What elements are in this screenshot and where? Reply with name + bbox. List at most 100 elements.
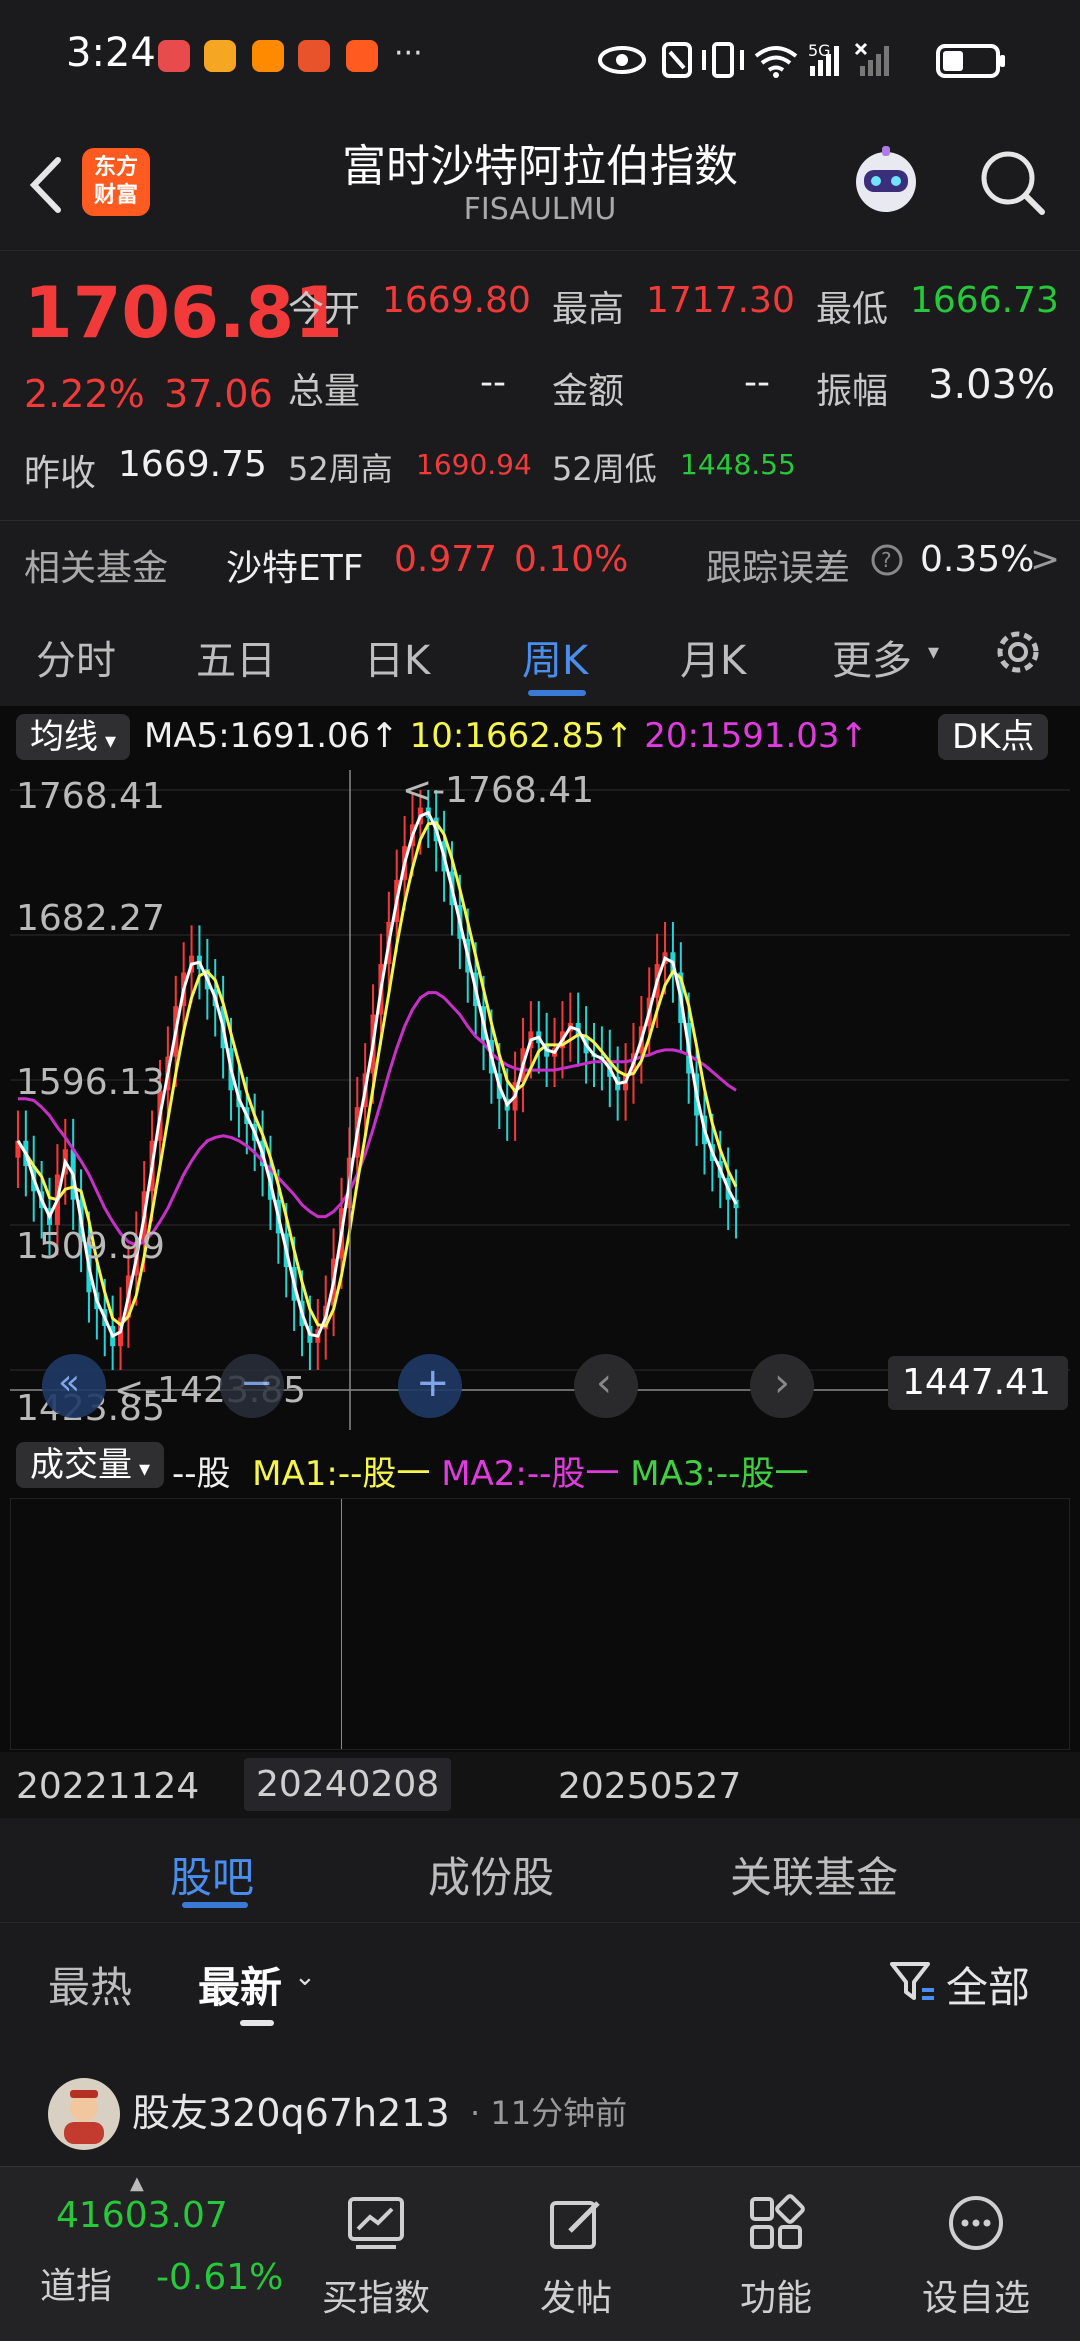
filter-latest[interactable]: 最新 (198, 1954, 282, 2015)
buy-index-label: 买指数 (321, 2278, 430, 2319)
caret-up-icon: ▲ (130, 2173, 144, 2194)
open-label: 今开 (288, 289, 361, 330)
post-username[interactable]: 股友320q67h213 (132, 2082, 450, 2137)
avatar-icon (64, 2090, 104, 2144)
tab-intraday[interactable]: 分时 (36, 628, 116, 686)
chevron-right-icon[interactable]: > (1030, 539, 1060, 580)
ma-selector[interactable]: 均线 ▾ (16, 714, 131, 760)
index-ticker[interactable]: ▲ 41603.07 道指 -0.61% (0, 2167, 300, 2341)
gear-icon[interactable] (988, 622, 1048, 682)
tab-related-funds[interactable]: 关联基金 (730, 1844, 898, 1905)
kline-chart-panel: 均线 ▾ MA5:1691.06↑ 10:1662.85↑ 20:1591.03… (0, 706, 1080, 1818)
assistant-robot-icon[interactable] (846, 142, 926, 222)
wk52-high-value: 1690.94 (416, 448, 532, 481)
volume-value: -- (480, 362, 506, 403)
crosshair-price-value: 1447.41 (902, 1362, 1051, 1403)
tab-more[interactable]: 更多 (832, 628, 912, 686)
help-icon[interactable]: ? (870, 543, 904, 577)
chevron-down-icon[interactable]: ⌄ (294, 1962, 316, 1992)
ma5-value: MA5:1691.06↑ (144, 716, 399, 756)
open-value: 1669.80 (382, 280, 531, 321)
grid-icon (750, 2194, 805, 2249)
amount-label: 金额 (552, 371, 625, 412)
candlestick-chart[interactable] (10, 770, 1070, 1430)
post-filter-row: 最热 最新 ⌄ 全部 (0, 1922, 1080, 2042)
zoom-in-button[interactable]: + (398, 1354, 462, 1418)
minus-icon: − (240, 1360, 274, 1406)
low-value: 1666.73 (910, 280, 1059, 321)
date-label-start: 20221124 (16, 1766, 200, 1807)
low-label: 最低 (816, 289, 889, 330)
post-item[interactable]: 股友320q67h213 · 11分钟前 (0, 2042, 1080, 2162)
date-label-crosshair: 20240208 (244, 1758, 452, 1811)
volume-chart-area[interactable] (10, 1498, 1070, 1750)
tab-constituents[interactable]: 成份股 (428, 1844, 554, 1905)
status-bar: 3:24 ··· 5G (0, 0, 1080, 120)
high-label: 最高 (552, 289, 625, 330)
vibrate-icon (702, 42, 744, 78)
tab-stock-forum[interactable]: 股吧 (170, 1844, 254, 1905)
tab-monthly-k[interactable]: 月K (680, 628, 746, 686)
volume-selector[interactable]: 成交量 ▾ (16, 1442, 165, 1488)
buy-index-button[interactable]: 买指数 (276, 2167, 476, 2341)
date-axis: 20221124 20240208 20250527 (0, 1752, 1080, 1818)
wifi-icon (754, 46, 798, 78)
post-button[interactable]: 发帖 (476, 2167, 676, 2341)
y-axis-label-2: 1682.27 (16, 898, 165, 939)
svg-text:?: ? (881, 548, 892, 572)
eye-icon (598, 46, 646, 74)
nfc-icon (662, 42, 692, 78)
avatar[interactable] (48, 2078, 120, 2150)
fund-price: 0.977 (394, 539, 498, 580)
add-watchlist-label: 设自选 (921, 2278, 1030, 2319)
related-fund-label: 相关基金 (24, 548, 169, 589)
add-watchlist-button[interactable]: 设自选 (876, 2167, 1076, 2341)
system-status-icons: 5G (598, 41, 1005, 78)
quote-panel: 1706.81 2.22% 37.06 今开 1669.80 最高 1717.3… (0, 250, 1080, 601)
tab-weekly-k[interactable]: 周K (522, 628, 588, 686)
battery-icon (936, 44, 1005, 78)
ma20-line (17, 991, 737, 1247)
step-right-button[interactable]: › (750, 1354, 814, 1418)
shopping-app-icon (298, 40, 330, 72)
filter-hot[interactable]: 最热 (48, 1954, 132, 2015)
dk-point-label: DK点 (952, 717, 1035, 757)
zoom-out-button[interactable]: − (220, 1354, 284, 1418)
prev-close-label: 昨收 (24, 453, 97, 494)
max-price-marker: <-1768.41 (402, 770, 595, 811)
index-change-percent: -0.61% (156, 2257, 284, 2298)
filter-icon[interactable] (888, 1958, 936, 2006)
section-tabs: 股吧 成份股 关联基金 (0, 1818, 1080, 1923)
jump-start-button[interactable]: « (42, 1354, 106, 1418)
chart-trend-icon (348, 2197, 404, 2249)
y-axis-label-3: 1596.13 (16, 1062, 165, 1103)
crosshair-vertical-volume (341, 1499, 342, 1749)
candle (15, 1110, 21, 1188)
message-app-icon (346, 40, 378, 72)
volume-value: --股 (172, 1454, 231, 1494)
index-name: 道指 (40, 2266, 113, 2307)
ma-indicator-bar: 均线 ▾ MA5:1691.06↑ 10:1662.85↑ 20:1591.03… (0, 706, 1080, 770)
more-notifications-icon: ··· (394, 36, 423, 71)
ma-selector-label: 均线 (30, 717, 98, 757)
fund-name[interactable]: 沙特ETF (226, 539, 363, 591)
filter-all[interactable]: 全部 (946, 1954, 1030, 2015)
amount-value: -- (744, 362, 770, 403)
tracking-error-label: 跟踪误差 (706, 548, 851, 589)
related-fund-row[interactable]: 相关基金 沙特ETF 0.977 0.10% 跟踪误差 ? 0.35% > (0, 520, 1080, 597)
post-label: 发帖 (539, 2278, 612, 2319)
volume-selector-label: 成交量 (30, 1445, 132, 1485)
search-icon[interactable] (976, 146, 1048, 218)
wk52-low-value: 1448.55 (680, 448, 796, 481)
tab-five-day[interactable]: 五日 (196, 628, 276, 686)
functions-button[interactable]: 功能 (676, 2167, 876, 2341)
chevron-right-icon: › (774, 1360, 790, 1406)
functions-label: 功能 (739, 2278, 812, 2319)
wk52-high-label: 52周高 (288, 450, 393, 488)
active-tab-indicator (528, 690, 586, 696)
step-left-button[interactable]: ‹ (574, 1354, 638, 1418)
tab-daily-k[interactable]: 日K (364, 628, 430, 686)
caret-down-icon: ▾ (98, 729, 117, 754)
dk-point-button[interactable]: DK点 (938, 714, 1049, 760)
huawei-app-icon (158, 40, 190, 72)
